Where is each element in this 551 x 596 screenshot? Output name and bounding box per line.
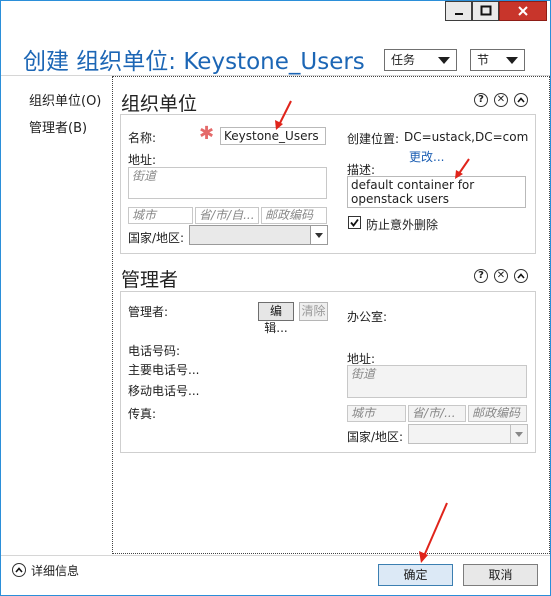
- cancel-button[interactable]: 取消: [463, 564, 538, 586]
- dropdown-button: [510, 425, 527, 443]
- sidebar-item-ou[interactable]: 组织单位(O): [29, 90, 101, 109]
- collapse-icon[interactable]: [514, 269, 528, 283]
- close-section-icon[interactable]: ✕: [494, 93, 508, 107]
- close-button[interactable]: [499, 1, 547, 21]
- protect-checkbox[interactable]: [348, 216, 361, 229]
- maximize-button[interactable]: [472, 1, 499, 21]
- dialog-window: 创建 组织单位: Keystone_Users 任务 节 组织单位(O) 管理者…: [0, 0, 551, 596]
- close-section-icon[interactable]: ✕: [494, 269, 508, 283]
- annotation-arrow-icon: [275, 100, 292, 130]
- state-input[interactable]: 省/市/自...: [195, 207, 259, 224]
- name-label: 名称:: [128, 131, 157, 145]
- tasks-dropdown[interactable]: 任务: [384, 49, 457, 71]
- mobile-label: 移动电话号...: [128, 384, 200, 398]
- manager-label: 管理者:: [128, 305, 169, 319]
- chevron-down-icon: [506, 57, 518, 64]
- protect-label: 防止意外删除: [366, 218, 439, 232]
- office-label: 办公室:: [347, 310, 388, 324]
- street-input[interactable]: 街道: [128, 167, 327, 199]
- sections-dropdown[interactable]: 节: [470, 49, 525, 71]
- required-asterisk-icon: ✱: [199, 123, 215, 144]
- create-in-value: DC=ustack,DC=com: [404, 130, 529, 144]
- details-label[interactable]: 详细信息: [31, 562, 79, 579]
- help-icon[interactable]: ?: [474, 93, 488, 107]
- ok-button[interactable]: 确定: [378, 564, 453, 586]
- sidebar-item-managed-by[interactable]: 管理者(B): [29, 117, 87, 136]
- address-label: 地址:: [128, 153, 157, 167]
- mgr-street-input: 街道: [347, 365, 527, 398]
- mgr-country-label: 国家/地区:: [347, 430, 404, 444]
- help-icon[interactable]: ?: [474, 269, 488, 283]
- mgr-zip-input: 邮政编码: [468, 405, 527, 422]
- chevron-down-icon: [438, 57, 450, 64]
- chevron-down-icon: [515, 432, 523, 437]
- page-title: 创建 组织单位: Keystone_Users: [23, 49, 365, 75]
- annotation-arrow-icon: [455, 158, 470, 179]
- chevron-up-icon: [15, 567, 23, 573]
- clear-button[interactable]: 清除: [299, 302, 328, 321]
- sections-label: 节: [477, 53, 490, 67]
- mgr-state-input: 省/市/...: [408, 405, 466, 422]
- description-input[interactable]: default container for openstack users: [347, 176, 526, 208]
- chevron-up-icon: [517, 273, 525, 279]
- city-input[interactable]: 城市: [128, 207, 193, 224]
- fax-label: 传真:: [128, 407, 157, 421]
- maximize-icon: [480, 5, 491, 16]
- footer-divider: [1, 555, 550, 556]
- minimize-icon: [454, 13, 463, 15]
- edit-button[interactable]: 编辑...: [258, 302, 294, 335]
- tasks-label: 任务: [391, 53, 416, 67]
- mgr-country-select: [408, 424, 528, 444]
- chevron-up-icon: [517, 97, 525, 103]
- chevron-down-icon: [315, 233, 323, 238]
- zip-input[interactable]: 邮政编码: [261, 207, 327, 224]
- ou-section-title: 组织单位: [121, 93, 198, 115]
- checkmark-icon: [350, 218, 359, 227]
- create-in-label: 创建位置:: [347, 132, 400, 146]
- collapse-icon[interactable]: [514, 93, 528, 107]
- annotation-arrow-icon: [419, 502, 448, 563]
- mgr-city-input: 城市: [347, 405, 406, 422]
- country-select[interactable]: [189, 225, 328, 245]
- expand-details-icon[interactable]: [12, 563, 26, 577]
- phone-label: 电话号码:: [128, 344, 181, 358]
- close-icon: [518, 6, 528, 16]
- change-link[interactable]: 更改...: [409, 148, 444, 165]
- country-label: 国家/地区:: [128, 231, 185, 245]
- manager-section-title: 管理者: [121, 269, 179, 291]
- minimize-button[interactable]: [445, 1, 472, 21]
- dropdown-button[interactable]: [310, 226, 327, 244]
- main-phone-label: 主要电话号...: [128, 363, 200, 377]
